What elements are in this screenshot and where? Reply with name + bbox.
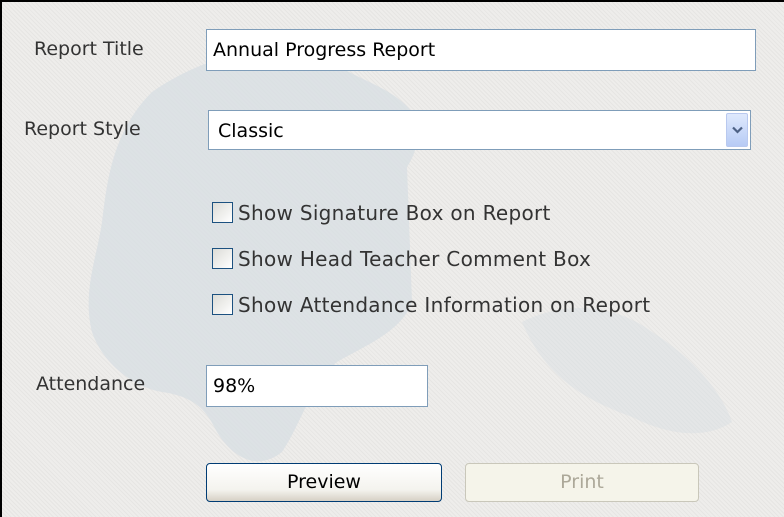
head-teacher-comment-checkbox[interactable]: [212, 248, 233, 269]
report-title-input[interactable]: Annual Progress Report: [206, 29, 756, 71]
report-style-select[interactable]: Classic: [208, 110, 751, 150]
chevron-down-icon: [732, 126, 743, 134]
print-button[interactable]: Print: [465, 463, 699, 502]
attendance-info-checkbox[interactable]: [212, 294, 233, 315]
report-style-dropdown-button[interactable]: [726, 113, 748, 147]
attendance-info-label[interactable]: Show Attendance Information on Report: [238, 291, 650, 319]
report-title-label: Report Title: [34, 38, 144, 60]
report-style-selected-value: Classic: [218, 120, 284, 142]
attendance-input[interactable]: 98%: [206, 365, 428, 407]
report-style-label: Report Style: [24, 118, 141, 140]
signature-box-label[interactable]: Show Signature Box on Report: [238, 199, 551, 227]
signature-box-checkbox[interactable]: [212, 202, 233, 223]
attendance-label: Attendance: [36, 373, 146, 395]
head-teacher-comment-label[interactable]: Show Head Teacher Comment Box: [238, 245, 591, 273]
report-settings-panel: Report Title Annual Progress Report Repo…: [0, 0, 784, 517]
preview-button[interactable]: Preview: [206, 463, 442, 502]
